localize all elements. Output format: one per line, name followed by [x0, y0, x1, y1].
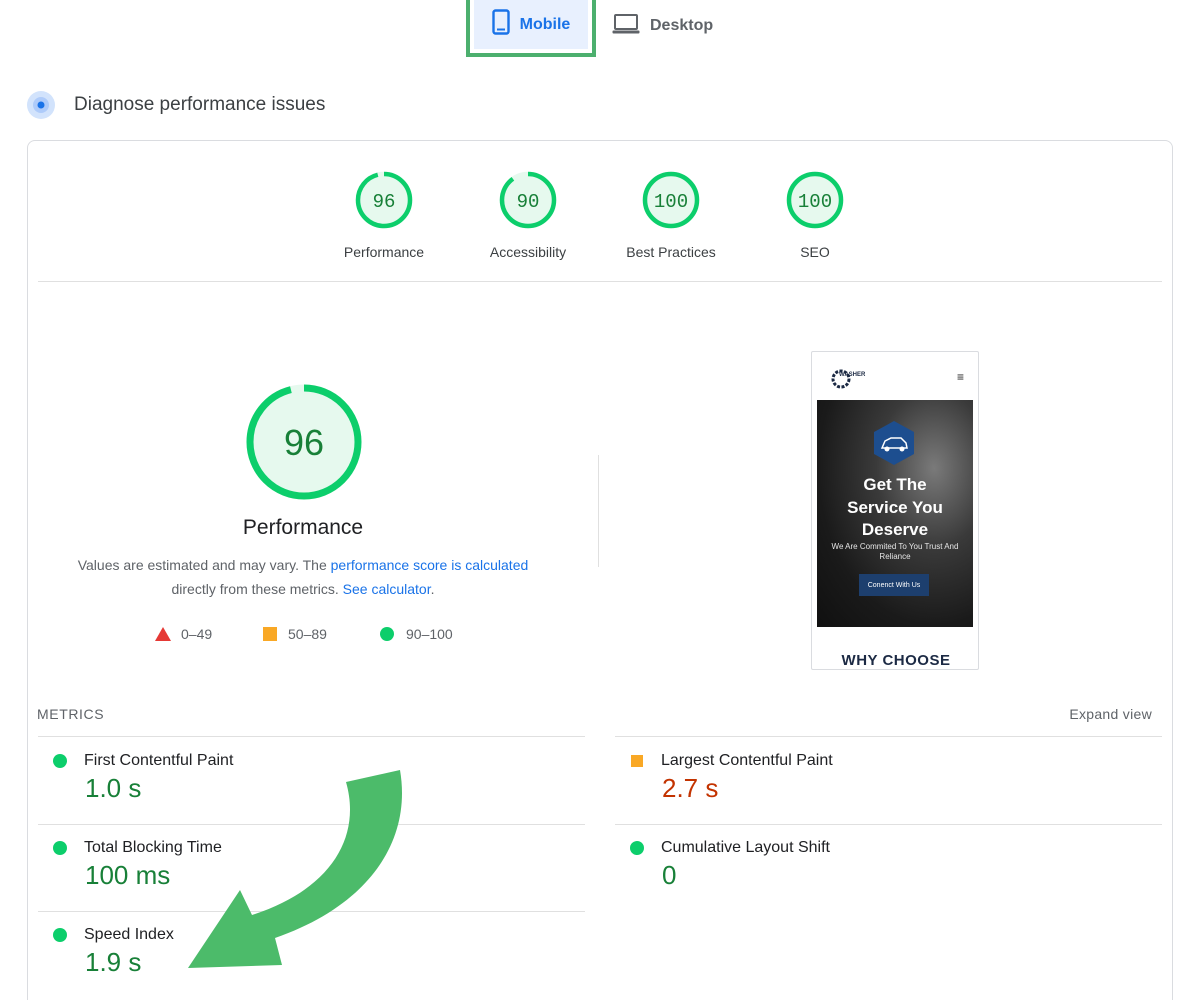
category-gauge-performance[interactable]: 96 Performance: [319, 170, 449, 260]
desc-text-1: Values are estimated and may vary. The: [77, 557, 331, 573]
desc-text-3: .: [430, 581, 435, 597]
gauge-score: 90: [517, 191, 540, 213]
metrics-heading: METRICS: [37, 706, 105, 722]
legend-average: 50–89: [262, 624, 327, 644]
gauge-ring: 100: [786, 171, 844, 229]
circle-icon: [380, 627, 394, 641]
laptop-icon: [612, 13, 640, 40]
performance-score: 96: [284, 422, 324, 463]
annotation-arrow-icon: [188, 770, 403, 968]
pass-circle-icon: [630, 841, 644, 855]
performance-description: Values are estimated and may vary. The p…: [60, 553, 546, 601]
hero-title: Get The Service You Deserve: [817, 474, 973, 542]
pass-circle-icon: [53, 928, 67, 942]
car-badge-icon: [874, 421, 914, 465]
hero-title-line-2: Service You: [847, 497, 943, 517]
pass-circle-icon: [53, 754, 67, 768]
gauge-label: Performance: [343, 244, 425, 260]
category-gauge-accessibility[interactable]: 90 Accessibility: [463, 170, 593, 260]
section-heading: WHY CHOOSE: [841, 652, 951, 669]
gauge-label: SEO: [800, 244, 830, 260]
category-gauge-best-practices[interactable]: 100 Best Practices: [606, 170, 736, 260]
metric-name: Largest Contentful Paint: [661, 752, 833, 769]
final-screenshot: WASHER ≡ Get The Service You Deserve We …: [811, 351, 979, 670]
tab-desktop[interactable]: Desktop: [612, 10, 713, 42]
hamburger-menu-icon: ≡: [956, 370, 964, 384]
gauge-score: 100: [798, 191, 832, 213]
see-calculator-link[interactable]: See calculator: [343, 581, 431, 597]
vertical-divider: [598, 455, 599, 567]
legend-pass: 90–100: [380, 624, 453, 644]
pass-circle-icon: [53, 841, 67, 855]
metric-value: 1.0 s: [85, 773, 142, 803]
phone-icon: [491, 9, 510, 40]
tab-mobile[interactable]: Mobile: [466, 0, 596, 57]
metric-value: 1.9 s: [85, 947, 142, 977]
metric-name: Speed Index: [84, 926, 174, 943]
metric-name: Cumulative Layout Shift: [661, 839, 830, 856]
metric-value: 2.7 s: [662, 773, 719, 803]
hero-title-line-1: Get The: [863, 475, 927, 494]
score-calculated-link[interactable]: performance score is calculated: [331, 557, 529, 573]
gauge-label: Accessibility: [489, 244, 567, 260]
hero-button: Conenct With Us: [859, 574, 929, 596]
triangle-icon: [155, 627, 171, 641]
legend-pass-label: 90–100: [406, 626, 453, 642]
divider: [38, 281, 1162, 282]
legend-fail: 0–49: [155, 624, 212, 644]
gauge-score: 96: [373, 191, 396, 213]
metrics-divider: [615, 824, 1162, 825]
metric-value: 0: [662, 860, 677, 890]
gauge-ring: 100: [642, 171, 700, 229]
gauge-label: Best Practices: [626, 244, 716, 260]
diagnose-icon: [26, 90, 56, 120]
hero-image: Get The Service You Deserve We Are Commi…: [817, 400, 973, 627]
tab-desktop-label: Desktop: [650, 17, 714, 34]
gauge-score: 100: [654, 191, 688, 213]
diagnose-title: Diagnose performance issues: [74, 94, 326, 115]
average-square-icon: [631, 755, 643, 767]
metrics-divider: [615, 736, 1162, 737]
legend-fail-label: 0–49: [181, 626, 213, 642]
category-gauge-seo[interactable]: 100 SEO: [750, 170, 880, 260]
logo-text: WASHER: [839, 372, 866, 378]
metrics-divider: [38, 736, 585, 737]
hero-subtitle: We Are Commited To You Trust And Relianc…: [831, 542, 959, 561]
gauge-ring: 90: [499, 171, 557, 229]
metric-value: 100 ms: [85, 860, 171, 890]
performance-gauge[interactable]: 96: [244, 382, 364, 502]
tab-mobile-label: Mobile: [519, 15, 571, 33]
desc-text-2: directly from these metrics.: [171, 581, 343, 597]
legend-average-label: 50–89: [288, 626, 327, 642]
hero-title-line-3: Deserve: [861, 520, 929, 539]
performance-title: Performance: [242, 516, 364, 539]
expand-view-button[interactable]: Expand view: [1069, 706, 1152, 722]
square-icon: [263, 627, 277, 641]
gauge-ring: 96: [355, 171, 413, 229]
